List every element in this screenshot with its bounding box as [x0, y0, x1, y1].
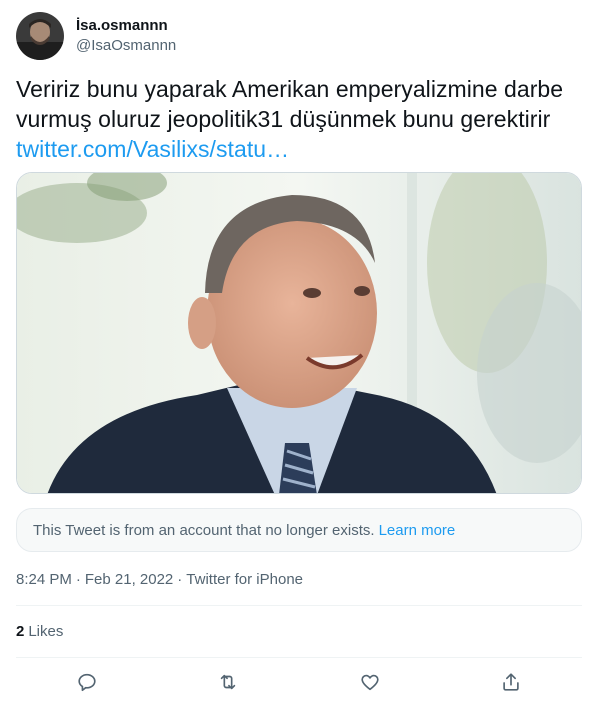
meta-separator: ·: [177, 571, 183, 588]
display-name[interactable]: İsa.osmannn: [76, 16, 176, 36]
avatar[interactable]: [16, 12, 64, 60]
tweet-card: İsa.osmannn @IsaOsmannn Veririz bunu yap…: [0, 0, 598, 705]
tweet-text-line: vurmuş oluruz jeopolitik31 düşünmek bunu…: [16, 106, 551, 132]
notice-text: This Tweet is from an account that no lo…: [33, 521, 375, 539]
tweet-actions: [16, 664, 582, 700]
deleted-account-notice: This Tweet is from an account that no lo…: [16, 508, 582, 552]
tweet-source[interactable]: Twitter for iPhone: [186, 570, 303, 590]
divider: [16, 605, 582, 606]
learn-more-link[interactable]: Learn more: [379, 522, 456, 539]
likes-count[interactable]: 2 Likes: [16, 622, 63, 642]
tweet-time[interactable]: 8:24 PM: [16, 570, 72, 590]
tweet-text: Veririz bunu yaparak Amerikan emperyaliz…: [16, 74, 582, 164]
user-handle[interactable]: @IsaOsmannn: [76, 36, 176, 56]
tweet-link[interactable]: twitter.com/Vasilixs/statu…: [16, 134, 582, 164]
tweet-photo[interactable]: [16, 172, 582, 494]
likes-number: 2: [16, 623, 25, 640]
reply-button[interactable]: [69, 664, 105, 700]
tweet-date[interactable]: Feb 21, 2022: [85, 570, 173, 590]
likes-label: Likes: [28, 623, 64, 640]
share-button[interactable]: [493, 664, 529, 700]
tweet-meta: 8:24 PM · Feb 21, 2022 · Twitter for iPh…: [16, 570, 303, 590]
retweet-button[interactable]: [210, 664, 246, 700]
reply-icon: [78, 673, 96, 692]
user-names: İsa.osmannn @IsaOsmannn: [76, 16, 176, 56]
heart-icon: [361, 674, 379, 691]
divider: [16, 657, 582, 658]
share-icon: [503, 673, 519, 691]
retweet-icon: [221, 674, 236, 690]
photo-image: [17, 173, 581, 493]
tweet-text-line: Veririz bunu yaparak Amerikan emperyaliz…: [16, 76, 564, 102]
tweet-header: İsa.osmannn @IsaOsmannn: [16, 12, 176, 60]
meta-separator: ·: [75, 571, 81, 588]
like-button[interactable]: [352, 664, 388, 700]
